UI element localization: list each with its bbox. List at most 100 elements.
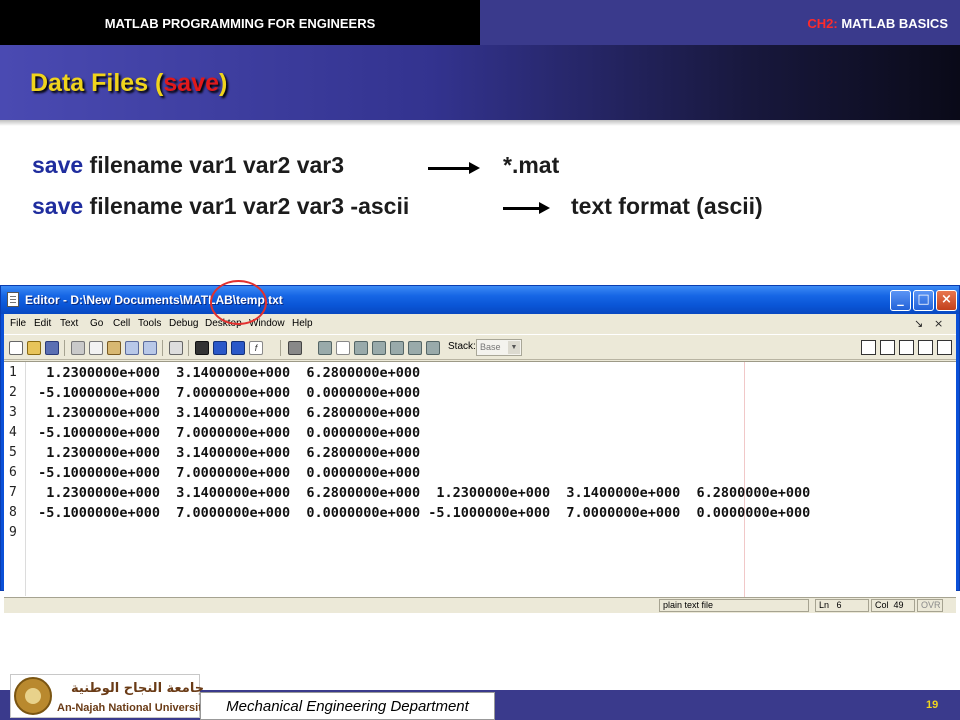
copy-icon[interactable] <box>89 341 103 355</box>
status-bar: plain text file Ln 6 Col 49 OVR <box>4 597 956 613</box>
title-keyword: save <box>163 69 219 97</box>
menu-text[interactable]: Text <box>60 318 78 329</box>
code-line: -5.1000000e+000 7.0000000e+000 0.0000000… <box>30 505 811 521</box>
menu-bar: File Edit Text Go Cell Tools Debug Deskt… <box>4 314 956 334</box>
cut-icon[interactable] <box>71 341 85 355</box>
maximize-doc-icon[interactable] <box>937 340 952 355</box>
chevron-down-icon: ▼ <box>508 341 520 354</box>
stack-label: Stack: <box>448 341 476 352</box>
university-logo: جامعة النجاح الوطنية An-Najah National U… <box>10 674 208 718</box>
menu-edit[interactable]: Edit <box>34 318 51 329</box>
department-label: Mechanical Engineering Department <box>200 692 495 720</box>
command-args: filename var1 var2 var3 -ascii <box>83 193 410 219</box>
float-icon[interactable] <box>918 340 933 355</box>
code-line: 1.2300000e+000 3.1400000e+000 6.2800000e… <box>30 485 811 501</box>
line-label: Ln <box>819 600 830 610</box>
minimize-button[interactable]: _ <box>890 290 911 311</box>
debug-icon[interactable] <box>426 341 440 355</box>
top-bottom-icon[interactable] <box>899 340 914 355</box>
university-name-english: An-Najah National University <box>57 702 208 714</box>
close-doc-icon[interactable]: × <box>934 317 943 330</box>
annotation-circle <box>210 280 267 325</box>
arrow-icon <box>428 162 480 174</box>
code-line: -5.1000000e+000 7.0000000e+000 0.0000000… <box>30 385 421 401</box>
menu-help[interactable]: Help <box>292 318 313 329</box>
save-ascii-line: save filename var1 var2 var3 -ascii <box>32 193 409 220</box>
menu-go[interactable]: Go <box>90 318 103 329</box>
maximize-button[interactable]: □ <box>913 290 934 311</box>
redo-icon[interactable] <box>143 341 157 355</box>
course-header: MATLAB PROGRAMMING FOR ENGINEERS <box>0 0 480 45</box>
save-keyword: save <box>32 193 84 219</box>
toolbar-separator <box>280 340 281 356</box>
close-button[interactable]: × <box>936 290 957 311</box>
mat-result: *.mat <box>503 152 560 178</box>
code-editor[interactable]: 1 2 3 4 5 6 7 8 9 1.2300000e+000 3.14000… <box>4 361 956 597</box>
column-value: 49 <box>893 600 904 610</box>
page-number: 19 <box>926 699 939 711</box>
university-name-arabic: جامعة النجاح الوطنية <box>71 681 205 696</box>
code-line: -5.1000000e+000 7.0000000e+000 0.0000000… <box>30 425 421 441</box>
menu-cell[interactable]: Cell <box>113 318 130 329</box>
line-status: Ln 6 <box>815 599 869 612</box>
title-shadow <box>0 120 960 126</box>
overwrite-status: OVR <box>917 599 943 612</box>
line-number: 9 <box>9 525 17 540</box>
slide-title: Data Files (save) <box>30 69 227 98</box>
new-file-icon[interactable] <box>9 341 23 355</box>
paste-icon[interactable] <box>107 341 121 355</box>
line-number: 1 <box>9 365 17 380</box>
title-suffix: ) <box>219 69 228 97</box>
menu-file[interactable]: File <box>10 318 26 329</box>
file-type-status: plain text file <box>659 599 809 612</box>
line-number: 2 <box>9 385 17 400</box>
step-in-icon[interactable] <box>354 341 368 355</box>
line-number: 5 <box>9 445 17 460</box>
back-icon[interactable] <box>213 341 227 355</box>
open-file-icon[interactable] <box>27 341 41 355</box>
ascii-result: text format (ascii) <box>571 193 763 219</box>
toolbar-separator <box>188 340 189 356</box>
editor-body: File Edit Text Go Cell Tools Debug Deskt… <box>4 314 956 613</box>
function-browser-icon[interactable]: f <box>249 341 263 355</box>
editor-titlebar[interactable]: Editor - D:\New Documents\MATLAB\temp.tx… <box>1 286 959 314</box>
save-file-icon[interactable] <box>45 341 59 355</box>
stack-select[interactable]: Base ▼ <box>476 339 522 356</box>
arrow-icon <box>503 202 550 214</box>
step-out-icon[interactable] <box>372 341 386 355</box>
toolbar: f Stack: Base ▼ <box>4 334 956 360</box>
right-margin-line <box>744 362 745 597</box>
chapter-label: CH2: MATLAB BASICS <box>807 16 948 31</box>
stack-value: Base <box>480 342 501 352</box>
code-line: -5.1000000e+000 7.0000000e+000 0.0000000… <box>30 465 421 481</box>
undo-icon[interactable] <box>125 341 139 355</box>
side-by-side-icon[interactable] <box>880 340 895 355</box>
step-icon[interactable] <box>318 341 332 355</box>
toolbar-separator <box>64 340 65 356</box>
line-number: 7 <box>9 485 17 500</box>
print-icon[interactable] <box>169 341 183 355</box>
line-number: 4 <box>9 425 17 440</box>
editor-window: Editor - D:\New Documents\MATLAB\temp.tx… <box>0 285 960 613</box>
tile-layout-icon[interactable] <box>861 340 876 355</box>
university-seal-icon <box>14 677 52 715</box>
exit-debug-icon[interactable] <box>408 341 422 355</box>
chapter-name: MATLAB BASICS <box>837 16 948 31</box>
find-icon[interactable] <box>195 341 209 355</box>
breakpoint-icon[interactable] <box>288 341 302 355</box>
line-number-gutter: 1 2 3 4 5 6 7 8 9 <box>4 362 26 596</box>
code-line: 1.2300000e+000 3.1400000e+000 6.2800000e… <box>30 445 421 461</box>
continue-icon[interactable] <box>390 341 404 355</box>
menu-debug[interactable]: Debug <box>169 318 198 329</box>
menu-tools[interactable]: Tools <box>138 318 161 329</box>
forward-icon[interactable] <box>231 341 245 355</box>
line-number: 6 <box>9 465 17 480</box>
save-keyword: save <box>32 152 84 178</box>
line-number: 8 <box>9 505 17 520</box>
chapter-code: CH2: <box>807 16 838 31</box>
undock-icon[interactable]: ↘ <box>914 317 923 330</box>
code-line: 1.2300000e+000 3.1400000e+000 6.2800000e… <box>30 405 421 421</box>
code-line: 1.2300000e+000 3.1400000e+000 6.2800000e… <box>30 365 421 381</box>
clear-breakpoints-icon[interactable] <box>336 341 350 355</box>
column-status: Col 49 <box>871 599 915 612</box>
